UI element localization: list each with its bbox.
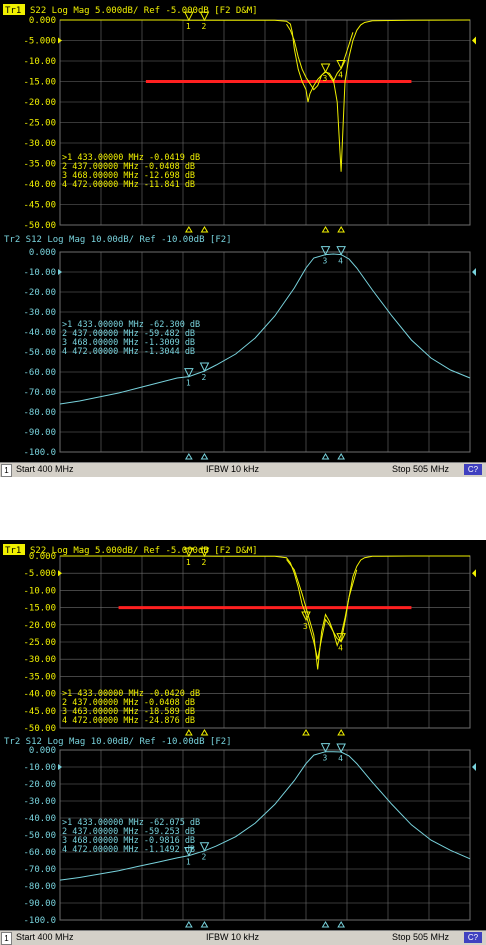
y-tick-label: -25.00	[23, 119, 56, 129]
y-tick-label: -5.000	[23, 569, 56, 579]
y-tick-label: -70.00	[23, 388, 56, 398]
y-tick-label: 0.000	[29, 746, 56, 756]
y-tick-label: -10.00	[23, 268, 56, 278]
marker-label-3: 3	[303, 622, 308, 631]
y-tick-label: -40.00	[23, 328, 56, 338]
y-tick-label: -10.00	[23, 57, 56, 67]
display-background	[0, 0, 486, 462]
marker-label-2: 2	[201, 558, 206, 567]
start-frequency[interactable]: Start 400 MHz	[16, 464, 74, 474]
trace-badge-label: Tr1	[5, 546, 21, 556]
y-tick-label: -60.00	[23, 368, 56, 378]
marker-label-2: 2	[201, 373, 206, 382]
status-bar-1: 1 Start 400 MHz IFBW 10 kHz Stop 505 MHz…	[0, 462, 486, 477]
analyzer-screen-1: Tr1 S22 Log Mag 5.000dB/ Ref -5.000dB [F2…	[0, 0, 486, 477]
y-tick-label: -40.00	[23, 690, 56, 700]
trace-title: S22 Log Mag 5.000dB/ Ref -5.000dB [F2 D&…	[30, 546, 258, 556]
y-tick-label: -10.00	[23, 586, 56, 596]
stop-frequency[interactable]: Stop 505 MHz	[392, 932, 449, 942]
analyzer-screen-2: Tr1 S22 Log Mag 5.000dB/ Ref -5.000dB [F2…	[0, 540, 486, 945]
marker-label-1: 1	[186, 558, 191, 567]
y-tick-label: -25.00	[23, 638, 56, 648]
continuous-sweep-icon[interactable]: C?	[464, 464, 482, 475]
y-tick-label: 0.000	[29, 16, 56, 26]
y-tick-label: -35.00	[23, 160, 56, 170]
marker-label-4: 4	[338, 754, 343, 763]
y-tick-label: -50.00	[23, 221, 56, 231]
ifbw-setting[interactable]: IFBW 10 kHz	[206, 464, 259, 474]
y-tick-label: -30.00	[23, 308, 56, 318]
marker-label-3: 3	[323, 257, 328, 266]
marker-label-4: 4	[338, 257, 343, 266]
marker-readout-4: 4 472.00000 MHz -1.3044 dB	[62, 347, 195, 357]
marker-label-1: 1	[186, 22, 191, 31]
marker-label-3: 3	[323, 754, 328, 763]
y-tick-label: -50.00	[23, 724, 56, 734]
y-tick-label: -45.00	[23, 201, 56, 211]
trace-title: Tr2 S12 Log Mag 10.00dB/ Ref -10.00dB [F…	[4, 235, 232, 245]
y-tick-label: 0.000	[29, 248, 56, 258]
y-tick-label: -50.00	[23, 831, 56, 841]
y-tick-label: -80.00	[23, 882, 56, 892]
y-tick-label: -20.00	[23, 288, 56, 298]
y-tick-label: -60.00	[23, 848, 56, 858]
marker-label-1: 1	[186, 379, 191, 388]
continuous-sweep-icon[interactable]: C?	[464, 932, 482, 943]
channel-indicator[interactable]: 1	[1, 932, 12, 945]
marker-readout-4: 4 472.00000 MHz -24.876 dB	[62, 716, 195, 726]
status-bar-2: 1 Start 400 MHz IFBW 10 kHz Stop 505 MHz…	[0, 930, 486, 945]
trace-display-1: Tr1 S22 Log Mag 5.000dB/ Ref -5.000dB [F2…	[0, 0, 486, 462]
trace-badge-label: Tr1	[5, 6, 21, 16]
y-tick-label: -20.00	[23, 98, 56, 108]
start-frequency[interactable]: Start 400 MHz	[16, 932, 74, 942]
y-tick-label: -100.0	[23, 448, 56, 458]
channel-indicator[interactable]: 1	[1, 464, 12, 477]
ifbw-setting[interactable]: IFBW 10 kHz	[206, 932, 259, 942]
trace-display-2: Tr1 S22 Log Mag 5.000dB/ Ref -5.000dB [F2…	[0, 540, 486, 930]
y-tick-label: -30.00	[23, 797, 56, 807]
marker-label-1: 1	[186, 858, 191, 867]
y-tick-label: -15.00	[23, 604, 56, 614]
y-tick-label: -45.00	[23, 707, 56, 717]
display-background	[0, 540, 486, 930]
marker-label-2: 2	[201, 853, 206, 862]
y-tick-label: -90.00	[23, 899, 56, 909]
y-tick-label: -70.00	[23, 865, 56, 875]
marker-readout-4: 4 472.00000 MHz -11.841 dB	[62, 180, 195, 190]
marker-label-4: 4	[338, 71, 343, 80]
trace-title: S22 Log Mag 5.000dB/ Ref -5.000dB [F2 D&…	[30, 6, 258, 16]
y-tick-label: -100.0	[23, 916, 56, 926]
marker-label-4: 4	[338, 644, 343, 653]
y-tick-label: -30.00	[23, 139, 56, 149]
y-tick-label: -40.00	[23, 180, 56, 190]
y-tick-label: -35.00	[23, 672, 56, 682]
stop-frequency[interactable]: Stop 505 MHz	[392, 464, 449, 474]
y-tick-label: -20.00	[23, 780, 56, 790]
y-tick-label: -50.00	[23, 348, 56, 358]
y-tick-label: -10.00	[23, 763, 56, 773]
y-tick-label: -90.00	[23, 428, 56, 438]
y-tick-label: -20.00	[23, 621, 56, 631]
marker-label-3: 3	[323, 74, 328, 83]
y-tick-label: -30.00	[23, 655, 56, 665]
y-tick-label: -40.00	[23, 814, 56, 824]
y-tick-label: -80.00	[23, 408, 56, 418]
y-tick-label: -5.000	[23, 37, 56, 47]
y-tick-label: 0.000	[29, 552, 56, 562]
marker-label-2: 2	[201, 22, 206, 31]
y-tick-label: -15.00	[23, 78, 56, 88]
marker-readout-4: 4 472.00000 MHz -1.1492 dB	[62, 845, 195, 855]
